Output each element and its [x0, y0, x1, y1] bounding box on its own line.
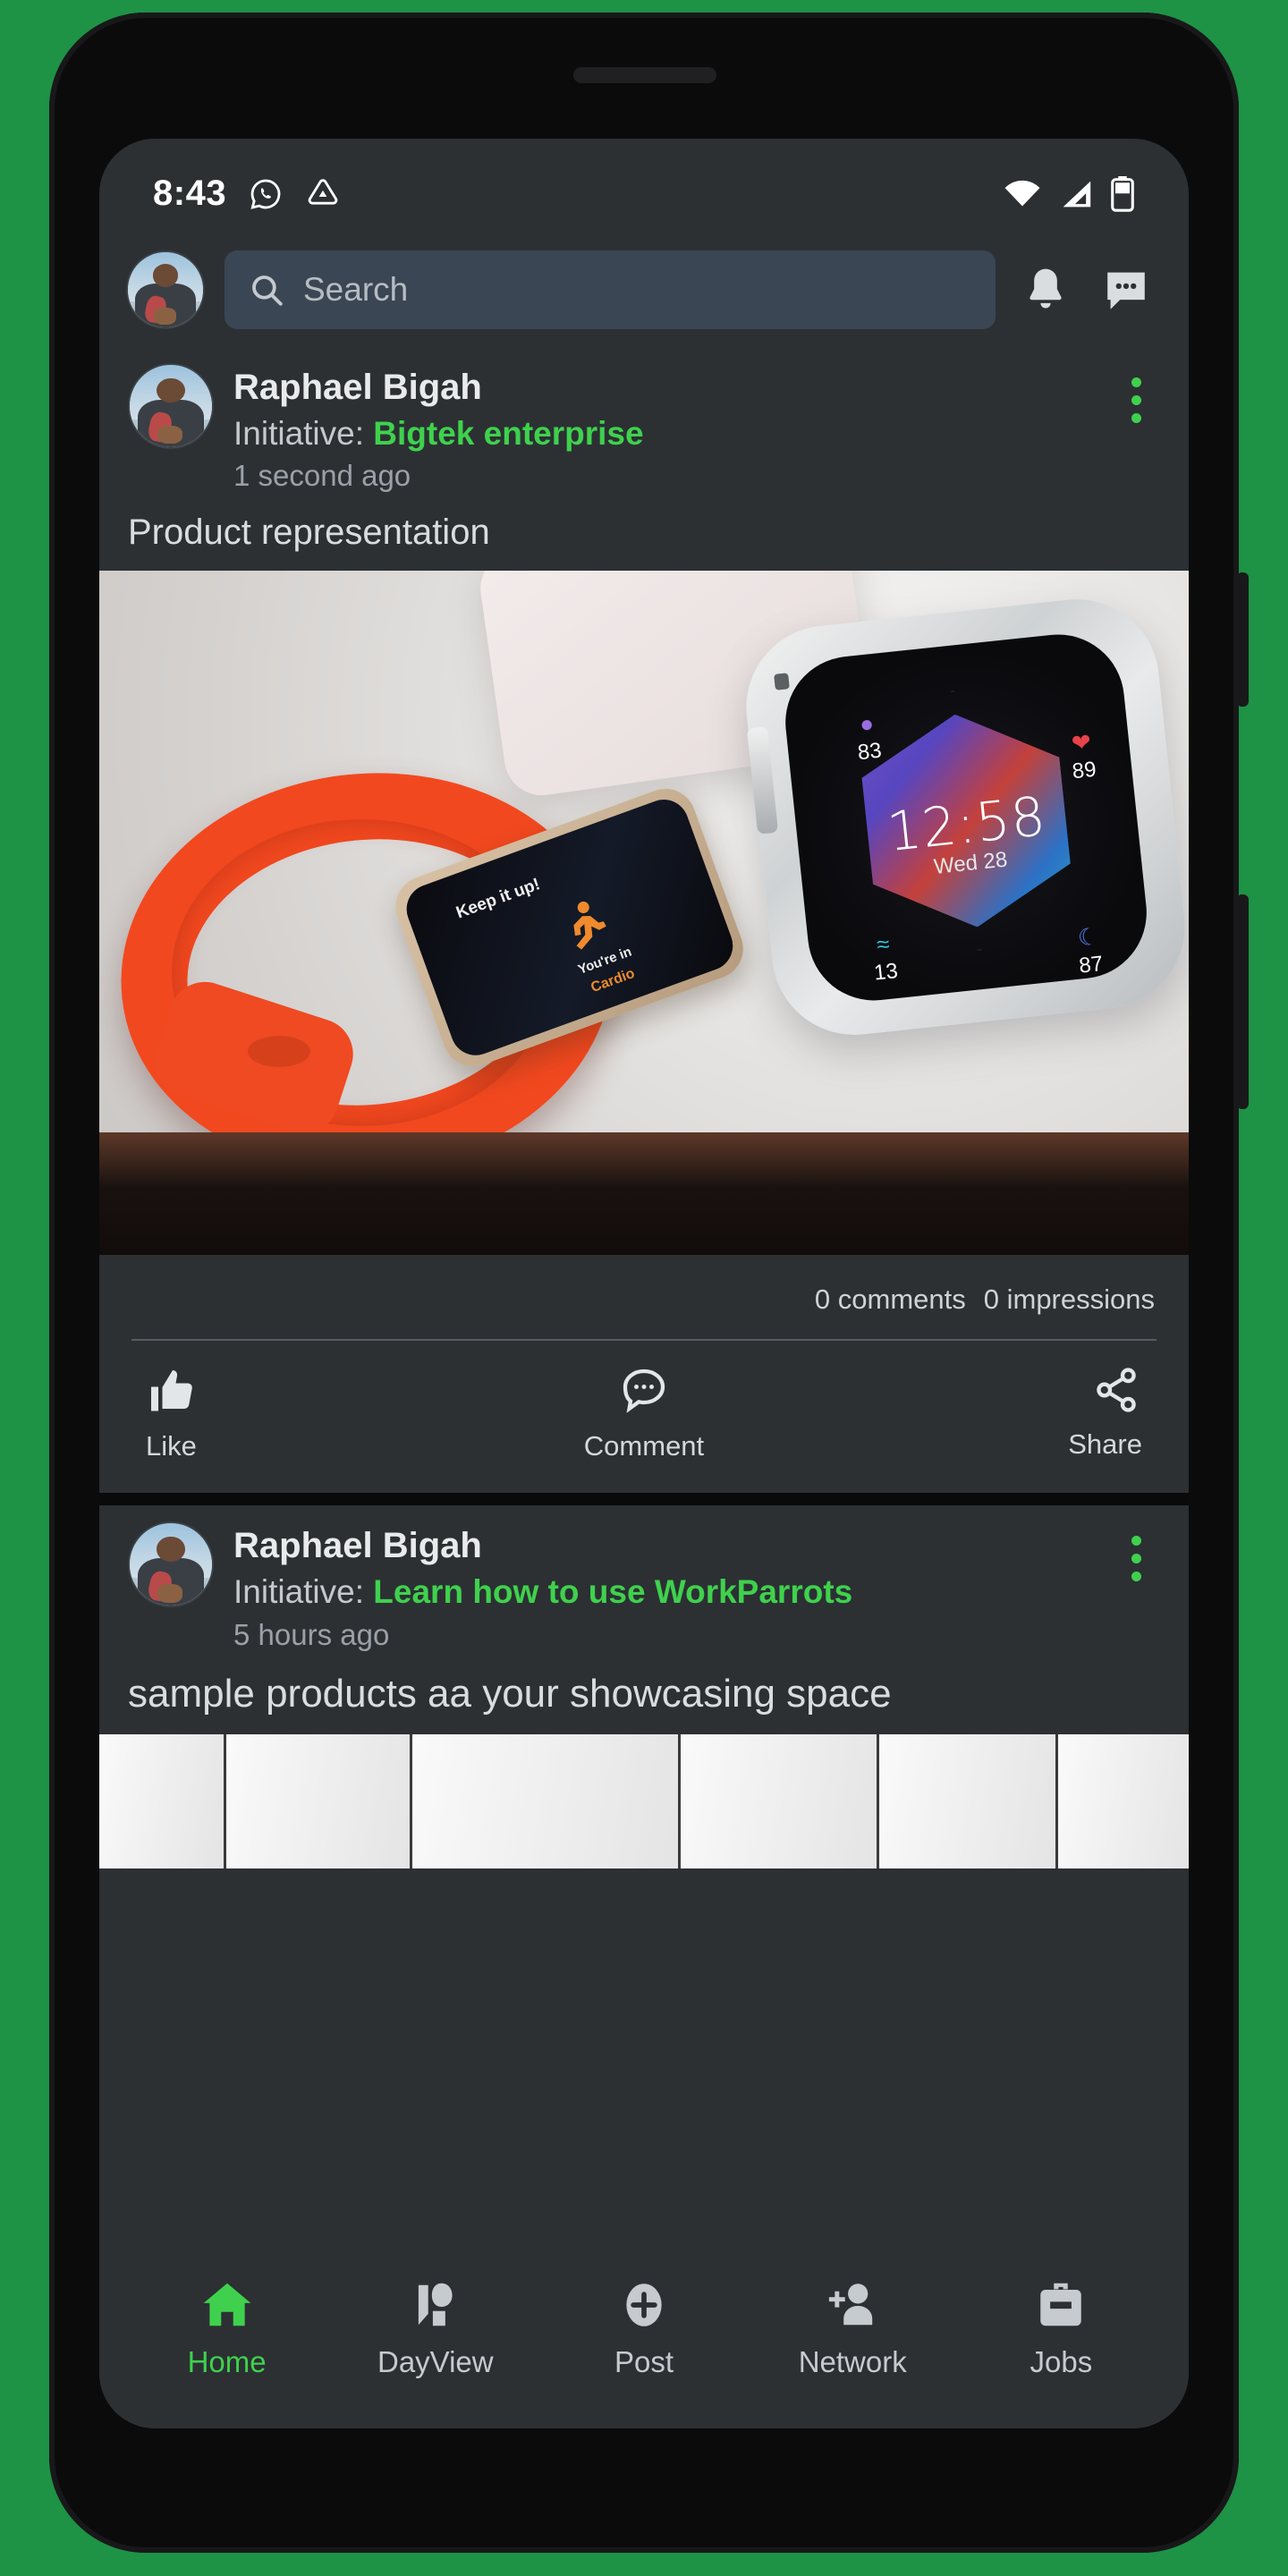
search-placeholder: Search: [303, 271, 409, 308]
post-image[interactable]: [99, 1733, 1189, 1868]
share-nodes-icon: [1097, 1368, 1136, 1412]
post-meta: Raphael Bigah Initiative: Bigtek enterpr…: [233, 363, 1092, 493]
initiative-label: Initiative:: [233, 1573, 365, 1611]
post-timestamp: 5 hours ago: [233, 1617, 390, 1651]
power-button[interactable]: [1238, 894, 1249, 1109]
watch-metric-heart: ❤ 89: [1039, 724, 1125, 787]
search-input[interactable]: Search: [225, 250, 996, 329]
post-separator: [99, 1493, 1189, 1506]
like-label: Like: [146, 1430, 197, 1462]
initiative-name[interactable]: Learn how to use WorkParrots: [373, 1573, 852, 1610]
post-text: Product representation: [128, 513, 490, 553]
home-icon: [203, 2283, 250, 2326]
post-meta: Raphael Bigah Initiative: Learn how to u…: [233, 1521, 1092, 1651]
heart-icon: ❤: [1070, 727, 1092, 757]
nav-label-dayview: DayView: [377, 2345, 494, 2378]
triangle-app-icon: [305, 176, 341, 212]
nav-label-home: Home: [187, 2345, 267, 2378]
phone-screen: 8:43 Search Raphael Bigah Initiative: Bi…: [99, 139, 1189, 2428]
post-author-name: Raphael Bigah: [233, 368, 482, 407]
kebab-menu-icon[interactable]: [1112, 363, 1160, 493]
share-label: Share: [1068, 1428, 1142, 1461]
share-button[interactable]: Share: [810, 1364, 1158, 1462]
initiative-label: Initiative:: [233, 415, 365, 453]
post-image[interactable]: Keep it up! You're in Cardio 12:58 Wed 2…: [99, 571, 1189, 1256]
dayview-icon: [418, 2283, 453, 2326]
post-initiative: Initiative: Bigtek enterprise: [233, 412, 1092, 455]
bell-icon[interactable]: [1015, 259, 1076, 320]
post-author-avatar[interactable]: [128, 1521, 214, 1608]
nav-item-network[interactable]: Network: [749, 2277, 957, 2379]
nav-label-post: Post: [614, 2345, 674, 2378]
volume-button[interactable]: [1238, 572, 1249, 707]
smartwatch-product: 12:58 Wed 28 ● 83 ❤ 89 ≈ 13 ☾ 87: [738, 591, 1189, 1044]
nav-item-post[interactable]: Post: [539, 2277, 748, 2379]
wifi-icon: [1003, 178, 1042, 210]
comment-button[interactable]: Comment: [478, 1364, 809, 1462]
briefcase-icon: [1040, 2283, 1082, 2326]
whatsapp-icon: [248, 176, 284, 212]
plus-circle-icon: [626, 2284, 662, 2326]
top-app-bar: Search: [99, 233, 1189, 347]
watch-metric-stand: ● 83: [825, 706, 911, 768]
status-bar: 8:43: [99, 139, 1189, 233]
post-author-avatar[interactable]: [128, 363, 214, 449]
active-zone-icon: ≈: [875, 929, 891, 959]
post-actions: Like Comment Share: [99, 1341, 1189, 1493]
status-bar-right: [1003, 175, 1135, 212]
watch-metric-zone: ≈ 13: [841, 927, 927, 989]
watch-metric-zone-value: 13: [872, 958, 899, 986]
message-icon[interactable]: [1096, 259, 1157, 320]
like-button[interactable]: Like: [130, 1364, 478, 1462]
post-stats: 0 comments 0 impressions: [99, 1255, 1189, 1339]
bottom-navigation: Home DayView Post Network Jobs: [99, 2239, 1189, 2428]
stand-icon: ●: [858, 708, 875, 738]
post-text: sample products aa your showcasing space: [128, 1671, 892, 1716]
post-card[interactable]: Raphael Bigah Initiative: Bigtek enterpr…: [99, 347, 1189, 1494]
status-time: 8:43: [153, 174, 227, 213]
status-bar-left: 8:43: [153, 174, 341, 214]
watch-metric-sleep: ☾ 87: [1046, 919, 1132, 981]
feed[interactable]: Raphael Bigah Initiative: Bigtek enterpr…: [99, 347, 1189, 2428]
post-header: Raphael Bigah Initiative: Learn how to u…: [99, 1505, 1189, 1651]
band-headline: Keep it up!: [453, 874, 544, 923]
post-author-name: Raphael Bigah: [233, 1526, 482, 1566]
kebab-menu-icon[interactable]: [1112, 1521, 1160, 1651]
post-card[interactable]: Raphael Bigah Initiative: Learn how to u…: [99, 1505, 1189, 1868]
sleep-moon-icon: ☾: [1075, 921, 1100, 952]
battery-icon: [1110, 175, 1135, 212]
thumbs-up-icon: [151, 1370, 192, 1411]
nav-item-dayview[interactable]: DayView: [331, 2277, 539, 2379]
comment-bubble-icon: [623, 1369, 665, 1414]
initiative-name[interactable]: Bigtek enterprise: [373, 415, 643, 452]
earpiece-speaker: [573, 67, 716, 83]
avatar[interactable]: [126, 250, 205, 329]
comment-label: Comment: [583, 1430, 705, 1462]
post-timestamp: 1 second ago: [233, 459, 411, 493]
impressions-count: 0 impressions: [983, 1284, 1155, 1316]
search-icon: [248, 271, 285, 309]
person-add-icon: [829, 2284, 873, 2326]
nav-item-jobs[interactable]: Jobs: [957, 2277, 1165, 2379]
cellular-signal-icon: [1058, 178, 1094, 210]
nav-item-home[interactable]: Home: [123, 2277, 331, 2379]
nav-label-jobs: Jobs: [1030, 2345, 1093, 2378]
post-header: Raphael Bigah Initiative: Bigtek enterpr…: [99, 347, 1189, 493]
comments-count[interactable]: 0 comments: [815, 1284, 966, 1316]
post-initiative: Initiative: Learn how to use WorkParrots: [233, 1571, 1092, 1614]
nav-label-network: Network: [798, 2345, 907, 2378]
